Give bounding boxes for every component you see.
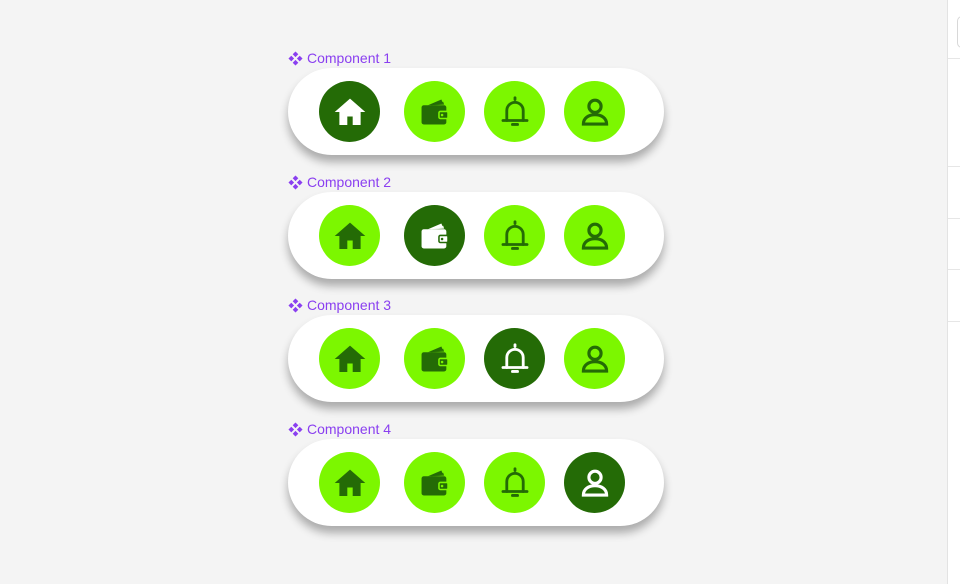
bottom-nav-bar: [288, 192, 664, 279]
nav-button-wallet-active[interactable]: [404, 205, 465, 266]
nav-button-home[interactable]: [319, 452, 380, 513]
component-label-text: Component 3: [307, 297, 392, 313]
nav-button-bell-active[interactable]: [484, 328, 545, 389]
panel-divider: [948, 218, 960, 219]
nav-button-wallet[interactable]: [404, 81, 465, 142]
right-properties-panel: [947, 0, 960, 584]
user-icon: [581, 98, 608, 126]
component-diamond-icon: [288, 174, 303, 190]
home-icon: [334, 345, 365, 372]
bell-icon: [501, 95, 528, 126]
nav-button-bell[interactable]: [484, 205, 545, 266]
component-label[interactable]: Component 3: [288, 296, 391, 314]
panel-divider: [948, 58, 960, 59]
nav-button-user[interactable]: [564, 81, 625, 142]
wallet-icon: [421, 223, 449, 248]
component-label-text: Component 1: [307, 50, 392, 66]
component-label-text: Component 4: [307, 421, 392, 437]
bottom-nav-bar: [288, 68, 664, 155]
panel-divider: [948, 166, 960, 167]
home-icon: [334, 469, 365, 496]
component-label[interactable]: Component 1: [288, 49, 391, 67]
component-diamond-icon: [288, 421, 303, 437]
nav-button-user-active[interactable]: [564, 452, 625, 513]
nav-button-home[interactable]: [319, 328, 380, 389]
home-icon: [334, 98, 365, 125]
user-icon: [581, 345, 608, 373]
component-label[interactable]: Component 4: [288, 420, 391, 438]
bell-icon: [501, 342, 528, 373]
component-diamond-icon: [288, 297, 303, 313]
nav-button-home-active[interactable]: [319, 81, 380, 142]
nav-button-home[interactable]: [319, 205, 380, 266]
panel-divider: [948, 269, 960, 270]
home-icon: [334, 222, 365, 249]
nav-button-user[interactable]: [564, 328, 625, 389]
component-label-text: Component 2: [307, 174, 392, 190]
user-icon: [581, 469, 608, 497]
wallet-icon: [421, 470, 449, 495]
user-icon: [581, 222, 608, 250]
nav-button-bell[interactable]: [484, 452, 545, 513]
wallet-icon: [421, 346, 449, 371]
bottom-nav-bar: [288, 439, 664, 526]
panel-divider: [948, 321, 960, 322]
wallet-icon: [421, 99, 449, 124]
bottom-nav-bar: [288, 315, 664, 402]
bell-icon: [501, 219, 528, 250]
component-label[interactable]: Component 2: [288, 173, 391, 191]
nav-button-bell[interactable]: [484, 81, 545, 142]
component-diamond-icon: [288, 50, 303, 66]
bell-icon: [501, 466, 528, 497]
nav-button-wallet[interactable]: [404, 328, 465, 389]
nav-button-wallet[interactable]: [404, 452, 465, 513]
nav-button-user[interactable]: [564, 205, 625, 266]
